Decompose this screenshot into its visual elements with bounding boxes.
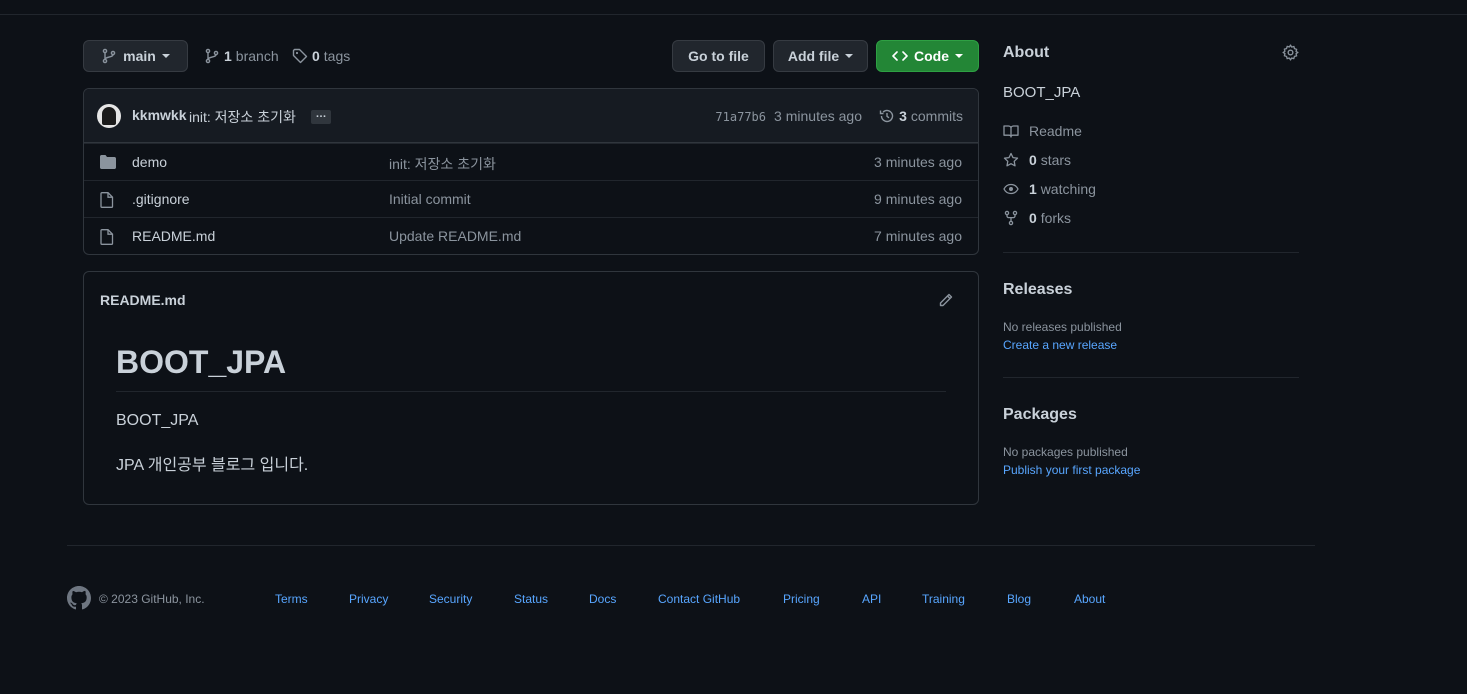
footer-link-blog[interactable]: Blog: [1007, 592, 1031, 606]
footer-divider: [67, 545, 1315, 546]
about-heading: About: [1003, 44, 1050, 61]
latest-commit-bar: kkmwkk init: 저장소 초기화 … 71a77b6 3 minutes…: [84, 89, 978, 143]
footer-link-contact[interactable]: Contact GitHub: [658, 592, 740, 606]
publish-package-link[interactable]: Publish your first package: [1003, 463, 1140, 477]
footer-link-pricing[interactable]: Pricing: [783, 592, 820, 606]
file-row[interactable]: README.md Update README.md 7 minutes ago: [84, 217, 978, 254]
tag-label: tags: [323, 48, 351, 64]
readme-link[interactable]: Readme: [1003, 122, 1082, 140]
file-commit-message[interactable]: Initial commit: [389, 191, 471, 207]
github-logo-icon[interactable]: [67, 586, 91, 613]
no-packages-text: No packages published: [1003, 445, 1128, 459]
no-releases-text: No releases published: [1003, 320, 1122, 334]
avatar[interactable]: [97, 104, 121, 128]
history-icon: [879, 109, 894, 123]
code-label: Code: [914, 48, 949, 64]
watching-count: 1: [1029, 181, 1037, 197]
expand-commit-button[interactable]: …: [311, 109, 331, 124]
header-divider: [0, 14, 1467, 15]
file-icon: [100, 192, 114, 211]
stars-label: stars: [1040, 152, 1072, 168]
stars-link[interactable]: 0 stars: [1003, 151, 1071, 169]
tags-link[interactable]: 0 tags: [292, 46, 350, 66]
file-row[interactable]: demo init: 저장소 초기화 3 minutes ago: [84, 143, 978, 180]
pencil-icon[interactable]: [938, 292, 954, 311]
packages-heading[interactable]: Packages: [1003, 406, 1077, 424]
branch-name: main: [123, 48, 156, 64]
divider: [1003, 377, 1299, 378]
file-commit-time: 3 minutes ago: [874, 154, 962, 170]
branch-select-button[interactable]: main: [83, 40, 188, 72]
file-name[interactable]: .gitignore: [132, 191, 190, 207]
footer-link-status[interactable]: Status: [514, 592, 548, 606]
book-icon: [1003, 125, 1019, 138]
commit-count-label: commits: [910, 108, 963, 124]
branch-icon: [102, 48, 116, 64]
footer-link-api[interactable]: API: [862, 592, 881, 606]
code-button[interactable]: Code: [876, 40, 979, 72]
add-file-button[interactable]: Add file: [773, 40, 868, 72]
readme-link-label: Readme: [1029, 123, 1082, 139]
chevron-down-icon: [845, 54, 854, 58]
readme-paragraph: JPA 개인공부 블로그 입니다.: [116, 457, 309, 474]
releases-heading[interactable]: Releases: [1003, 281, 1072, 299]
gear-icon[interactable]: [1282, 44, 1299, 64]
forks-count: 0: [1029, 210, 1037, 226]
file-name[interactable]: demo: [132, 154, 167, 170]
file-commit-time: 7 minutes ago: [874, 228, 962, 244]
footer-link-training[interactable]: Training: [922, 592, 965, 606]
commits-link[interactable]: 3 commits: [879, 108, 963, 124]
file-commit-message[interactable]: init: 저장소 초기화: [389, 154, 496, 174]
readme-filename[interactable]: README.md: [100, 292, 186, 308]
file-list-box: kkmwkk init: 저장소 초기화 … 71a77b6 3 minutes…: [83, 88, 979, 255]
readme-paragraph: BOOT_JPA: [116, 412, 199, 429]
commit-author[interactable]: kkmwkk: [132, 107, 186, 123]
stars-count: 0: [1029, 152, 1037, 168]
create-release-link[interactable]: Create a new release: [1003, 338, 1117, 352]
footer-link-about[interactable]: About: [1074, 592, 1105, 606]
branch-count: 1: [224, 48, 232, 64]
commit-message[interactable]: init: 저장소 초기화: [189, 107, 296, 127]
go-to-file-button[interactable]: Go to file: [672, 40, 765, 72]
forks-link[interactable]: 0 forks: [1003, 209, 1071, 227]
folder-icon: [100, 155, 116, 172]
copyright-text: © 2023 GitHub, Inc.: [99, 592, 205, 606]
file-icon: [100, 229, 114, 248]
chevron-down-icon: [161, 54, 170, 58]
repo-description: BOOT_JPA: [1003, 84, 1081, 101]
divider: [116, 391, 946, 392]
footer-link-privacy[interactable]: Privacy: [349, 592, 388, 606]
watchers-link[interactable]: 1 watching: [1003, 180, 1096, 198]
tag-icon: [292, 48, 308, 64]
branch-label: branch: [235, 48, 279, 64]
forks-label: forks: [1040, 210, 1072, 226]
commit-time: 3 minutes ago: [774, 108, 862, 124]
tag-count: 0: [312, 48, 320, 64]
go-to-file-label: Go to file: [688, 48, 749, 64]
file-commit-time: 9 minutes ago: [874, 191, 962, 207]
footer-link-docs[interactable]: Docs: [589, 592, 616, 606]
branch-icon: [205, 48, 219, 64]
commit-count: 3: [899, 108, 907, 124]
file-row[interactable]: .gitignore Initial commit 9 minutes ago: [84, 180, 978, 217]
commit-hash[interactable]: 71a77b6: [715, 110, 766, 124]
code-icon: [892, 51, 908, 61]
eye-icon: [1003, 183, 1019, 195]
footer-link-terms[interactable]: Terms: [275, 592, 308, 606]
watching-label: watching: [1040, 181, 1096, 197]
branches-link[interactable]: 1 branch: [204, 46, 279, 66]
file-commit-message[interactable]: Update README.md: [389, 228, 521, 244]
divider: [1003, 252, 1299, 253]
star-icon: [1003, 152, 1019, 167]
readme-heading: BOOT_JPA: [116, 344, 287, 380]
file-name[interactable]: README.md: [132, 228, 215, 244]
footer-link-security[interactable]: Security: [429, 592, 472, 606]
readme-box: README.md BOOT_JPA BOOT_JPA JPA 개인공부 블로그…: [83, 271, 979, 505]
fork-icon: [1004, 210, 1018, 226]
add-file-label: Add file: [787, 48, 840, 64]
chevron-down-icon: [955, 54, 963, 58]
